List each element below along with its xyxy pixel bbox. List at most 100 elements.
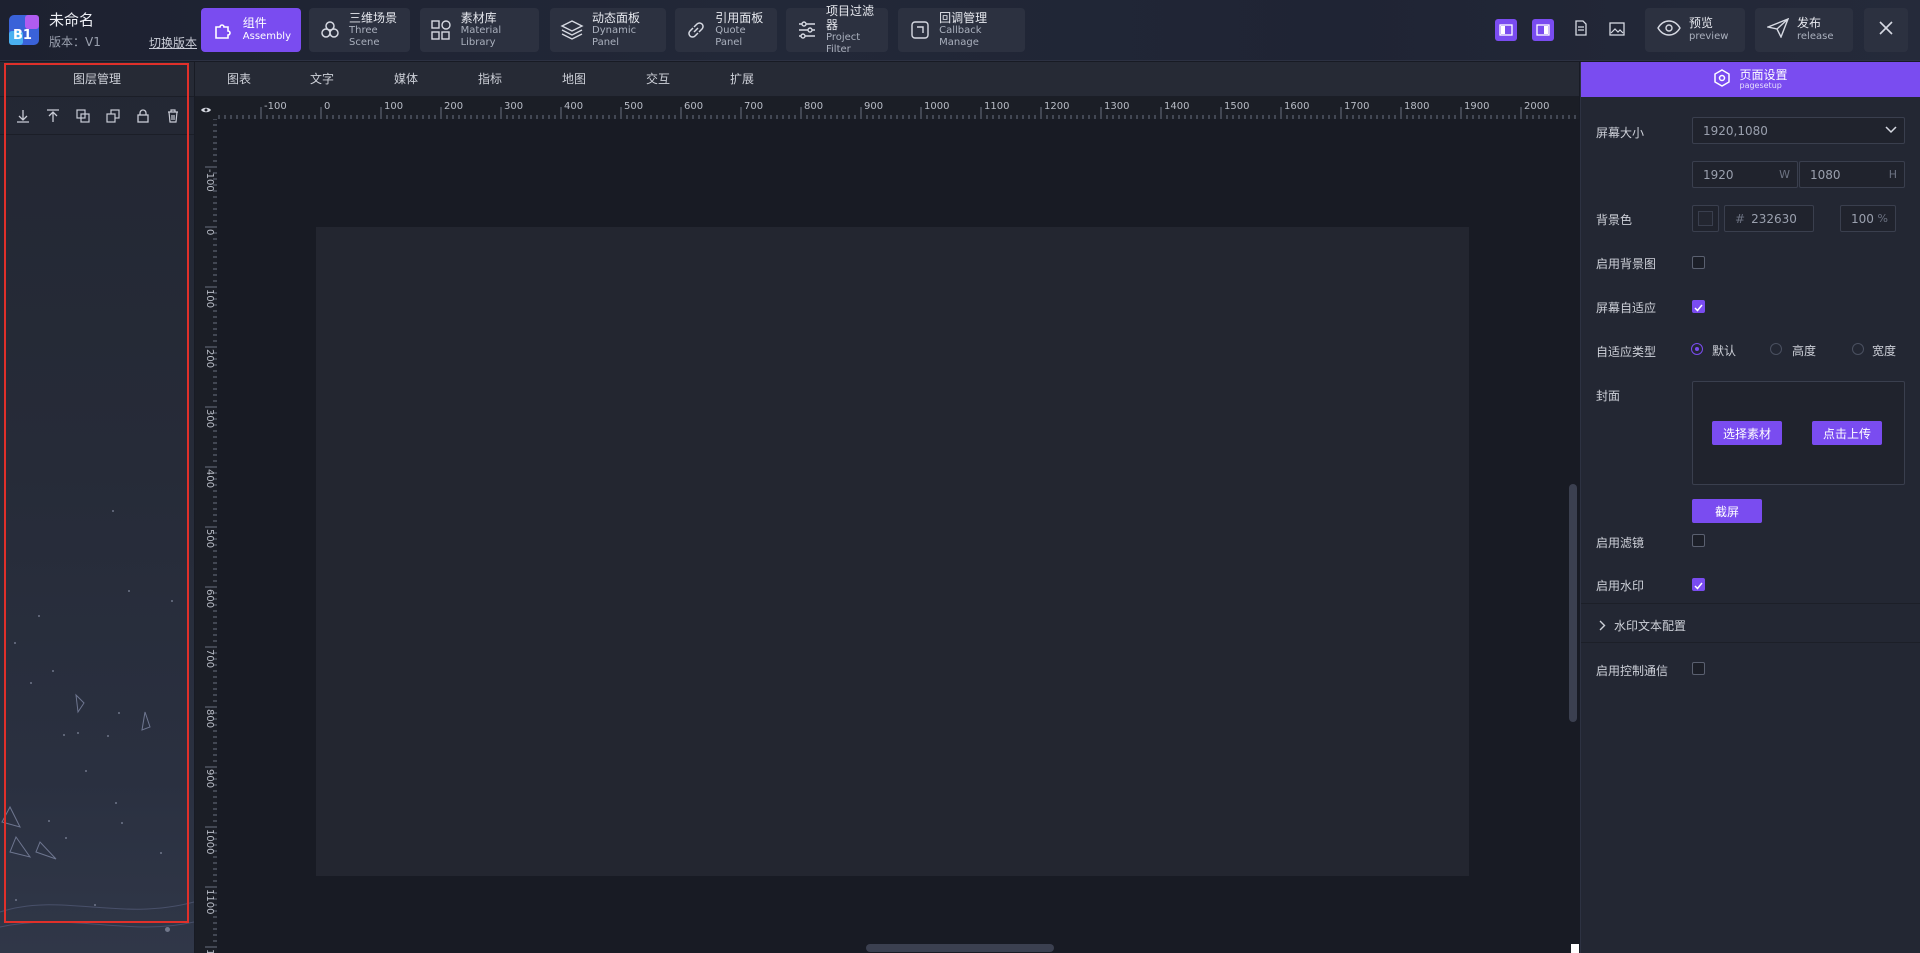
tab-media[interactable]: 媒体: [394, 62, 418, 97]
image-button[interactable]: [1606, 19, 1628, 41]
click-upload-button[interactable]: 点击上传: [1812, 421, 1882, 445]
radio-height[interactable]: [1770, 343, 1782, 355]
sliders-icon: [796, 17, 818, 43]
screenshot-button[interactable]: 截屏: [1692, 499, 1762, 523]
nav-project-filter-button[interactable]: 项目过滤器 Project Filter: [786, 4, 888, 55]
nav-label-zh: 素材库: [460, 10, 497, 25]
move-to-top-icon[interactable]: [44, 107, 62, 125]
height-suffix: H: [1888, 168, 1897, 181]
tab-chart[interactable]: 图表: [227, 62, 251, 97]
tab-interaction[interactable]: 交互: [646, 62, 670, 97]
bg-color-swatch[interactable]: [1692, 205, 1719, 232]
control-comm-checkbox[interactable]: [1692, 662, 1705, 675]
app-logo: B1: [5, 11, 43, 49]
artboard[interactable]: [316, 227, 1469, 876]
vertical-ruler[interactable]: -100 0 100 200 300 400 500 600 700 800 900 1000 1100…: [195, 119, 217, 953]
percent-suffix: %: [1877, 212, 1888, 225]
chevron-right-icon: [1599, 616, 1606, 635]
switch-version-link[interactable]: 切换版本: [149, 34, 197, 51]
toggle-left-panel-button[interactable]: [1495, 19, 1517, 41]
ruler-label: 200: [204, 349, 215, 368]
bg-opacity-value: 100: [1851, 211, 1874, 226]
header-title: 页面设置: [1739, 68, 1788, 82]
height-value: 1080: [1810, 167, 1841, 182]
right-panel-icon: [1536, 21, 1550, 40]
document-icon: [1574, 20, 1588, 40]
nav-three-scene-button[interactable]: 三维场景 Three Scene: [309, 8, 410, 52]
nav-callback-manage-button[interactable]: 回调管理 Callback Manage: [898, 8, 1025, 52]
radio-width[interactable]: [1852, 343, 1864, 355]
tab-text[interactable]: 文字: [310, 62, 334, 97]
ruler-label: 400: [204, 469, 215, 488]
watermark-config-label: 水印文本配置: [1614, 619, 1687, 633]
nav-assembly-button[interactable]: 组件 Assembly: [201, 8, 301, 52]
move-to-bottom-icon[interactable]: [14, 107, 32, 125]
divider: [1581, 642, 1920, 643]
nav-label-en: Assembly: [242, 31, 291, 43]
bg-image-checkbox[interactable]: [1692, 256, 1705, 269]
preview-button[interactable]: 预览 preview: [1645, 8, 1745, 52]
move-up-icon[interactable]: [104, 107, 122, 125]
ruler-label: 900: [864, 101, 883, 112]
trash-icon[interactable]: [164, 107, 182, 125]
ruler-label: 100: [204, 289, 215, 308]
height-input[interactable]: 1080 H: [1799, 161, 1905, 188]
layer-panel-title: 图层管理: [0, 62, 194, 97]
header-subtitle: pagesetup: [1739, 80, 1782, 90]
lock-icon[interactable]: [134, 107, 152, 125]
nav-label-zh: 三维场景: [349, 10, 398, 25]
width-input[interactable]: 1920 W: [1692, 161, 1798, 188]
ruler-label: 300: [204, 409, 215, 428]
document-button[interactable]: [1570, 19, 1592, 41]
nav-dynamic-panel-button[interactable]: 动态面板 Dynamic Panel: [550, 8, 666, 52]
bg-color-label: 背景色: [1596, 213, 1633, 227]
width-suffix: W: [1779, 168, 1790, 181]
toggle-right-panel-button[interactable]: [1532, 19, 1554, 41]
close-button[interactable]: [1864, 8, 1908, 52]
tab-map[interactable]: 地图: [562, 62, 586, 97]
adaptive-type-label: 自适应类型: [1596, 345, 1657, 359]
ruler-label: 1500: [1224, 101, 1249, 112]
nav-material-library-button[interactable]: 素材库 Material Library: [420, 8, 539, 52]
release-label: 发布: [1797, 16, 1822, 31]
project-title: 未命名: [49, 11, 95, 29]
logo-text: B1: [13, 28, 32, 43]
filter-checkbox[interactable]: [1692, 534, 1705, 547]
nav-label-zh: 回调管理: [939, 10, 988, 25]
radio-default[interactable]: [1691, 343, 1703, 355]
screen-size-select[interactable]: 1920,1080: [1692, 117, 1905, 144]
ruler-label: 600: [204, 589, 215, 608]
vertical-scrollbar[interactable]: [1569, 484, 1577, 722]
horizontal-scrollbar[interactable]: [866, 944, 1054, 952]
page-settings-panel: 页面设置 pagesetup 屏幕大小 1920,1080 1920 W 1080…: [1580, 62, 1920, 953]
bg-opacity-input[interactable]: 100 %: [1840, 205, 1896, 232]
decor-particle: [171, 600, 173, 602]
radio-default-label: 默认: [1712, 344, 1737, 358]
ruler-label: 600: [684, 101, 703, 112]
move-down-icon[interactable]: [74, 107, 92, 125]
radio-height-label: 高度: [1792, 344, 1817, 358]
ruler-label: 800: [204, 709, 215, 728]
bg-image-label: 启用背景图: [1596, 257, 1657, 271]
bg-color-input[interactable]: # 232630: [1724, 205, 1814, 232]
ruler-label: 1200: [1044, 101, 1069, 112]
project-version: 版本：V1: [49, 35, 101, 49]
horizontal-ruler[interactable]: -100 0 100 200 300 400 500 600 700 800 900 1000 1100…: [195, 97, 1579, 119]
watermark-config-toggle[interactable]: 水印文本配置: [1599, 616, 1686, 635]
ruler-label: 1200: [204, 949, 215, 953]
ruler-corner-toggle[interactable]: [195, 97, 217, 119]
tab-indicator[interactable]: 指标: [478, 62, 502, 97]
ruler-label: 700: [204, 649, 215, 668]
tab-extension[interactable]: 扩展: [730, 62, 754, 97]
nav-quote-panel-button[interactable]: 引用面板 Quote Panel: [675, 8, 777, 52]
adaptive-checkbox[interactable]: [1692, 300, 1705, 313]
release-button[interactable]: 发布 release: [1755, 8, 1853, 52]
page-settings-header[interactable]: 页面设置 pagesetup: [1581, 62, 1920, 97]
top-bar: B1 未命名 版本：V1 切换版本 组件 Assembly 三维场景 Three S…: [0, 0, 1920, 61]
color-swatch: [1698, 211, 1713, 226]
nav-label-zh: 引用面板: [715, 10, 764, 25]
select-material-button[interactable]: 选择素材: [1712, 421, 1782, 445]
ruler-label: 2000: [1524, 101, 1549, 112]
ruler-label: -100: [204, 169, 215, 192]
watermark-checkbox[interactable]: [1692, 578, 1705, 591]
